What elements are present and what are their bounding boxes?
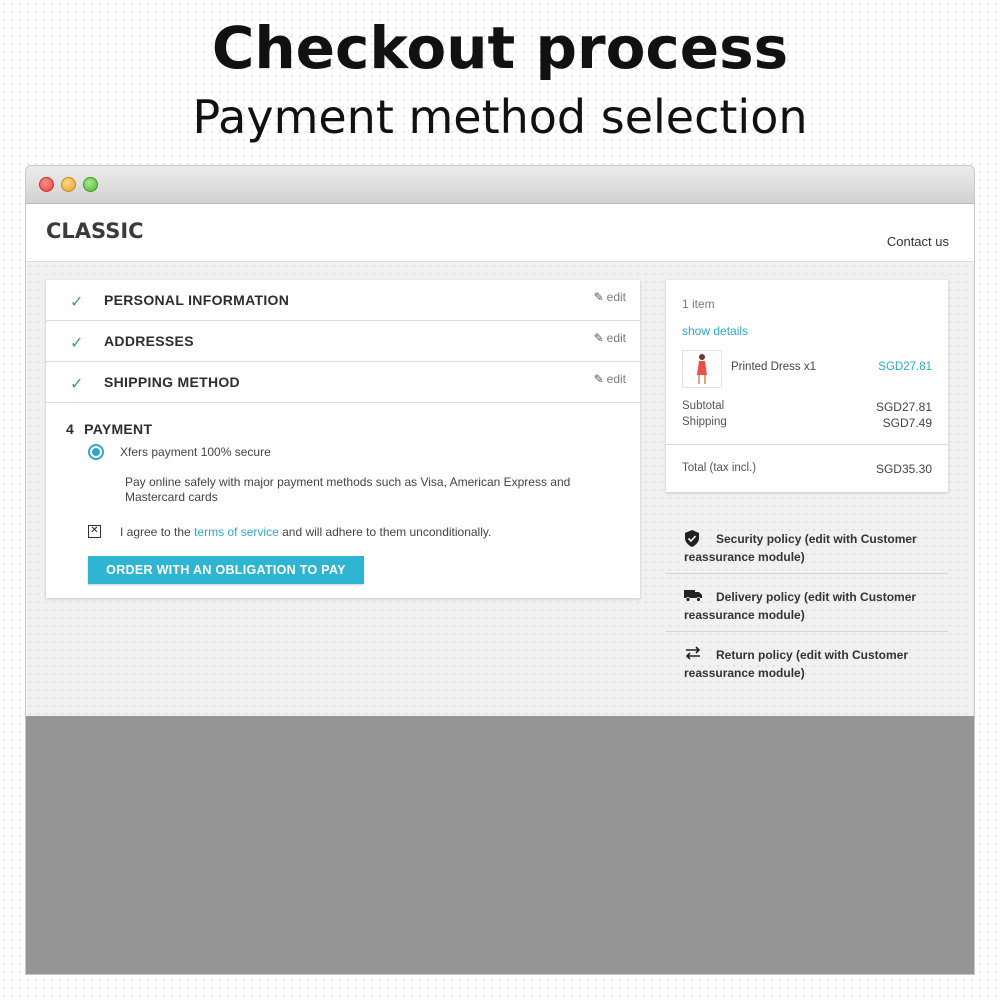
dress-image-icon xyxy=(697,354,707,384)
product-price: SGD27.81 xyxy=(878,361,932,373)
delivery-policy-text: Delivery policy (edit with Customer reas… xyxy=(684,590,917,622)
step-number: 4 xyxy=(66,421,75,437)
agree-suffix: and will adhere to them unconditionally. xyxy=(282,525,492,539)
total-value: SGD35.30 xyxy=(875,462,932,476)
cart-summary: 1 item show details Printed Dress x1 SGD… xyxy=(666,280,948,492)
browser-window: CLASSIC Contact us ✓ PERSONAL INFORMATIO… xyxy=(25,165,975,975)
step-label: ADDRESSES xyxy=(104,333,194,349)
total-label: Total (tax incl.) xyxy=(682,462,757,474)
site-header: CLASSIC Contact us xyxy=(26,204,974,262)
check-icon: ✓ xyxy=(70,376,84,393)
payment-option-label[interactable]: Xfers payment 100% secure xyxy=(120,445,271,459)
terms-agreement: I agree to the terms of service and will… xyxy=(120,525,491,539)
pencil-icon: ✎ xyxy=(593,331,604,345)
shipping-row: Shipping SGD7.49 xyxy=(682,416,932,430)
payment-option-radio[interactable] xyxy=(88,444,104,460)
security-policy-block: Security policy (edit with Customer reas… xyxy=(666,516,948,574)
step-label: SHIPPING METHOD xyxy=(104,374,240,390)
edit-label: edit xyxy=(606,372,626,386)
edit-link[interactable]: ✎ edit xyxy=(594,331,626,345)
check-icon: ✓ xyxy=(70,294,84,311)
step-payment: 4 PAYMENT Xfers payment 100% secure Pay o… xyxy=(46,403,640,598)
step-addresses[interactable]: ✓ ADDRESSES ✎ edit xyxy=(46,321,640,362)
pencil-icon: ✎ xyxy=(593,290,604,304)
payment-title-label: PAYMENT xyxy=(84,421,153,437)
divider xyxy=(666,444,948,445)
show-details-link[interactable]: show details xyxy=(682,324,748,338)
return-policy-text: Return policy (edit with Customer reassu… xyxy=(684,648,909,680)
hero-subtitle: Payment method selection xyxy=(192,90,808,144)
subtotal-label: Subtotal xyxy=(682,400,725,412)
items-count: 1 item xyxy=(682,297,715,311)
maximize-window-button[interactable] xyxy=(83,177,98,192)
subtotal-row: Subtotal SGD27.81 xyxy=(682,400,932,414)
product-name: Printed Dress x1 xyxy=(731,361,817,373)
pencil-icon: ✎ xyxy=(593,372,604,386)
shipping-label: Shipping xyxy=(682,416,727,428)
shipping-value: SGD7.49 xyxy=(882,416,932,430)
hero-title: Checkout process xyxy=(211,14,789,82)
total-row: Total (tax incl.) SGD35.30 xyxy=(682,462,932,476)
store-logo[interactable]: CLASSIC xyxy=(46,219,144,243)
terms-of-service-link[interactable]: terms of service xyxy=(194,525,279,539)
product-thumbnail[interactable] xyxy=(682,350,722,388)
payment-description: Pay online safely with major payment met… xyxy=(125,475,571,504)
checkout-steps: ✓ PERSONAL INFORMATION ✎ edit ✓ ADDRESSES… xyxy=(46,280,640,598)
step-personal-information[interactable]: ✓ PERSONAL INFORMATION ✎ edit xyxy=(46,280,640,321)
order-button[interactable]: ORDER WITH AN OBLIGATION TO PAY xyxy=(88,556,364,584)
edit-label: edit xyxy=(606,290,626,304)
agree-prefix: I agree to the xyxy=(120,525,191,539)
minimize-window-button[interactable] xyxy=(61,177,76,192)
reassurance-blocks: Security policy (edit with Customer reas… xyxy=(666,516,948,690)
check-icon: ✓ xyxy=(70,335,84,352)
close-window-button[interactable] xyxy=(39,177,54,192)
return-policy-block: Return policy (edit with Customer reassu… xyxy=(666,632,948,690)
terms-checkbox[interactable]: ✕ xyxy=(88,525,101,538)
delivery-policy-block: Delivery policy (edit with Customer reas… xyxy=(666,574,948,632)
payment-title: 4 PAYMENT xyxy=(66,421,152,437)
step-label: PERSONAL INFORMATION xyxy=(104,292,290,308)
edit-link[interactable]: ✎ edit xyxy=(594,290,626,304)
window-titlebar xyxy=(26,166,974,204)
step-shipping-method[interactable]: ✓ SHIPPING METHOD ✎ edit xyxy=(46,362,640,403)
subtotal-value: SGD27.81 xyxy=(875,400,932,414)
security-policy-text: Security policy (edit with Customer reas… xyxy=(684,532,917,564)
contact-link[interactable]: Contact us xyxy=(887,234,949,249)
edit-label: edit xyxy=(606,331,626,345)
empty-page-area xyxy=(26,716,974,974)
edit-link[interactable]: ✎ edit xyxy=(594,372,626,386)
